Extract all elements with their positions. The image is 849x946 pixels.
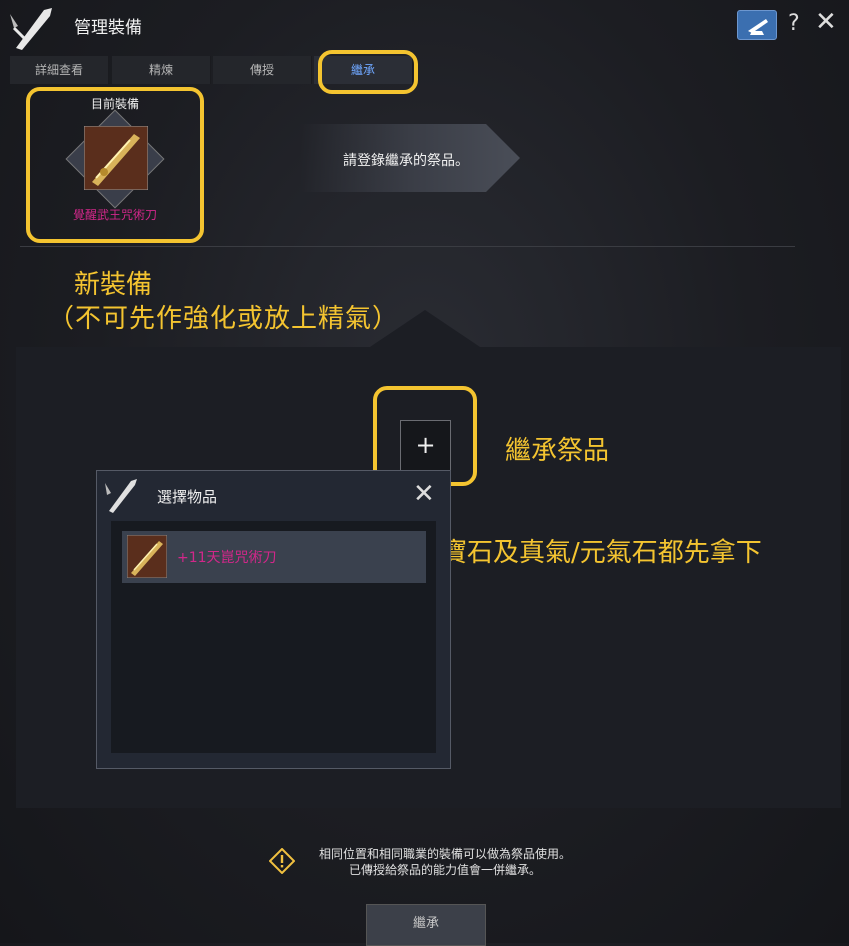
popup-title: 選擇物品 [157,488,218,506]
annotation-new-equipment: 新裝備 [74,270,153,300]
annotation-sacrifice: 繼承祭品 [505,436,610,466]
current-equipment-name: 覺醒武王咒術刀 [72,208,157,222]
window-title: 管理裝備 [74,18,142,38]
annotation-gems-note: 寶石及真氣/元氣石都先拿下 [441,538,762,568]
inherit-button[interactable]: 繼承 [366,904,486,946]
sword-logo-icon [10,8,52,50]
note-line-2: 已傳授給祭品的能力值會一併繼承。 [348,863,541,877]
tab-bar: 詳細查看 精煉 傳授 繼承 [10,56,840,86]
popup-close-button[interactable]: ✕ [413,481,435,507]
tab-transfer[interactable]: 傳授 [213,56,312,84]
blade-item-icon[interactable] [84,126,148,190]
divider [20,246,795,247]
anvil-icon [748,19,768,35]
select-item-popup: 選擇物品 ✕ +11天崑咒術刀 [96,470,451,769]
list-item-name: +11天崑咒術刀 [177,550,277,566]
tab-inherit[interactable]: 繼承 [314,56,413,84]
sacrifice-slot[interactable]: + [400,420,451,471]
title-bar: 管理裝備 ? ✕ [0,0,849,54]
prompt-text: 請登錄繼承的祭品。 [343,153,469,169]
help-button[interactable]: ? [788,11,800,36]
tab-details[interactable]: 詳細查看 [10,56,109,84]
list-item[interactable]: +11天崑咒術刀 [122,531,426,583]
equipment-shortcut-button[interactable] [737,10,777,40]
sword-logo-icon [105,479,137,513]
close-button[interactable]: ✕ [815,9,837,35]
tab-refine[interactable]: 精煉 [112,56,211,84]
note-line-1: 相同位置和相同職業的裝備可以做為祭品使用。 [318,847,571,861]
blade-item-icon [127,535,167,578]
